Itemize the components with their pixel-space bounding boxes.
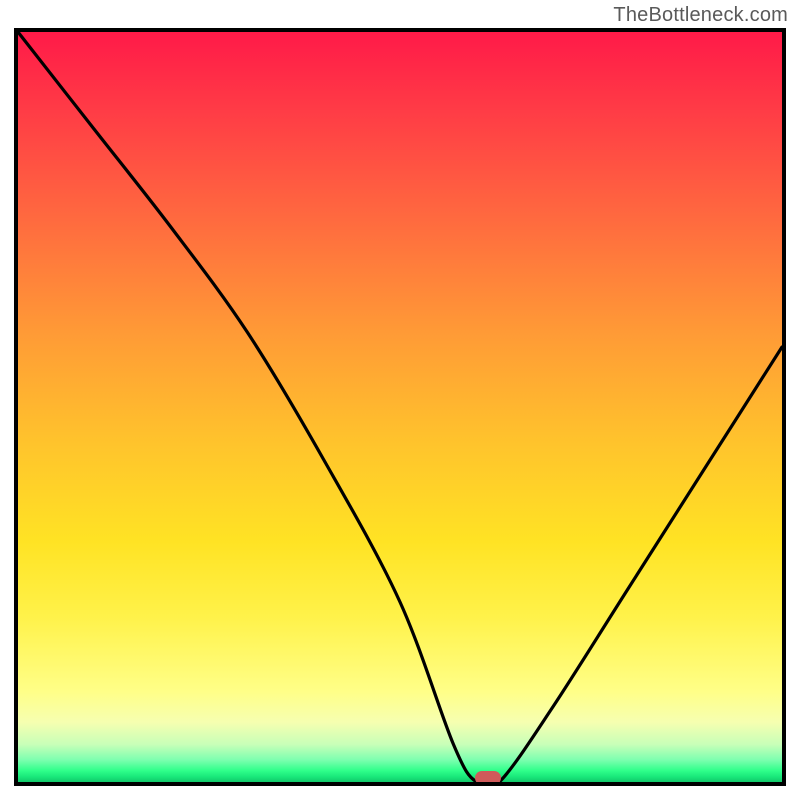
optimal-marker xyxy=(475,771,501,785)
chart-container: TheBottleneck.com xyxy=(0,0,800,800)
watermark-text: TheBottleneck.com xyxy=(613,4,788,27)
plot-frame xyxy=(14,28,786,786)
bottleneck-curve xyxy=(18,32,782,782)
